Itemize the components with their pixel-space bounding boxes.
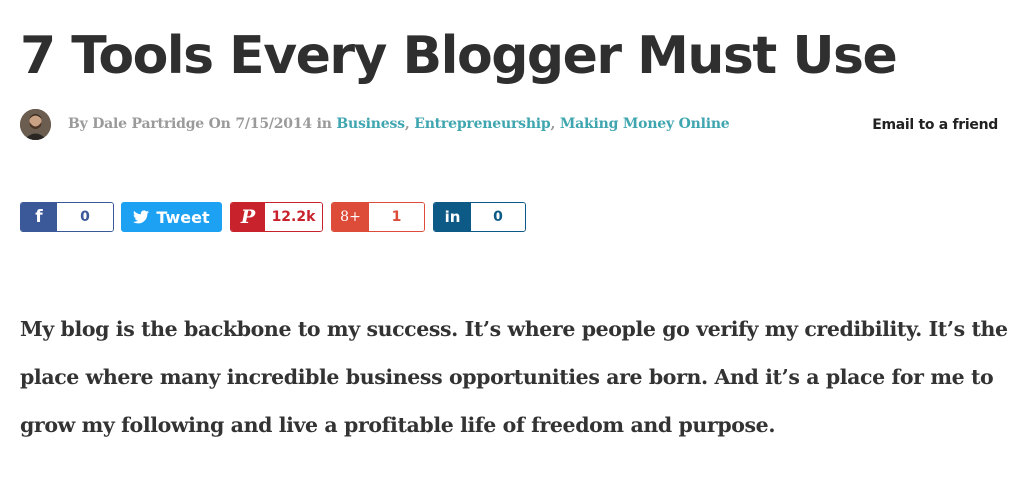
googleplus-share-count: 1 — [369, 203, 424, 231]
category-link-making-money-online[interactable]: Making Money Online — [560, 116, 730, 132]
twitter-bird-icon — [133, 210, 150, 224]
googleplus-icon: 8+ — [332, 203, 369, 231]
article-meta: By Dale Partridge On 7/15/2014 in Busine… — [20, 108, 1004, 144]
linkedin-share-count: 0 — [471, 203, 525, 231]
category-separator: , — [550, 116, 560, 132]
tweet-label: Tweet — [156, 207, 210, 227]
linkedin-share-button[interactable]: in 0 — [433, 202, 526, 232]
byline: By Dale Partridge On 7/15/2014 in Busine… — [68, 116, 730, 132]
article-title: 7 Tools Every Blogger Must Use — [20, 26, 898, 86]
pinterest-icon: P — [231, 203, 265, 231]
author-avatar[interactable] — [20, 109, 51, 140]
facebook-icon: f — [21, 203, 57, 231]
email-to-friend-link[interactable]: Email to a friend — [872, 117, 998, 133]
linkedin-icon: in — [434, 203, 471, 231]
category-link-entrepreneurship[interactable]: Entrepreneurship — [414, 116, 550, 132]
pinterest-share-button[interactable]: P 12.2k — [230, 202, 323, 232]
category-link-business[interactable]: Business — [336, 116, 405, 132]
category-separator: , — [404, 116, 415, 132]
pinterest-share-count: 12.2k — [265, 203, 322, 231]
facebook-share-button[interactable]: f 0 — [20, 202, 114, 232]
article-body-paragraph: My blog is the backbone to my success. I… — [20, 317, 1008, 437]
byline-prefix: By Dale Partridge On 7/15/2014 in — [68, 116, 337, 132]
googleplus-share-button[interactable]: 8+ 1 — [331, 202, 425, 232]
twitter-share-button[interactable]: Tweet — [121, 202, 222, 232]
twitter-button-content: Tweet — [122, 203, 221, 231]
facebook-share-count: 0 — [57, 203, 113, 231]
